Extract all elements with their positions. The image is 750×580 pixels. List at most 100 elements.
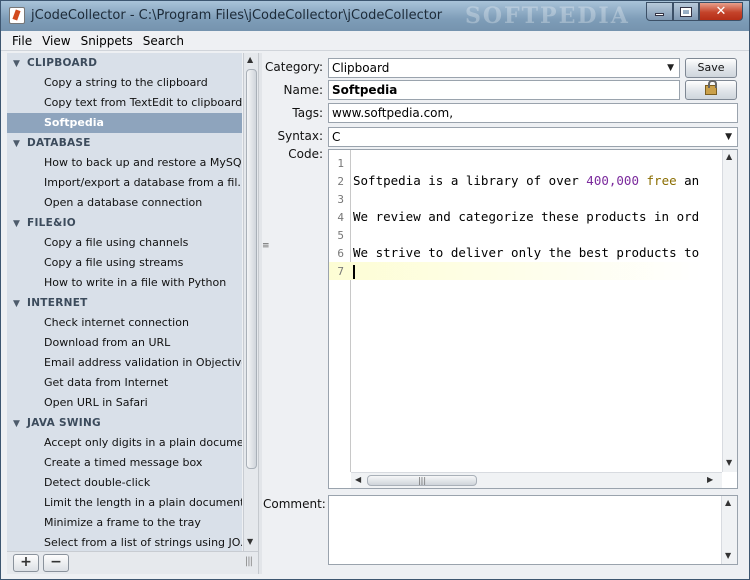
tree-category[interactable]: ▼ JAVA SWING [7, 413, 242, 433]
tree-category[interactable]: ▼ INTERNET [7, 293, 242, 313]
tags-field[interactable]: www.softpedia.com, [328, 103, 738, 123]
tree-category[interactable]: ▼ DATABASE [7, 133, 242, 153]
tree-item[interactable]: Copy text from TextEdit to clipboard [7, 93, 242, 113]
scroll-up-icon[interactable]: ▲ [247, 55, 253, 64]
code-text: We strive to deliver only the best produ… [353, 245, 700, 260]
tree-item[interactable]: How to write in a file with Python [7, 273, 242, 293]
tree-item[interactable]: Import/export a database from a fil... [7, 173, 242, 193]
code-line: 2 Softpedia is a library of over 400,000 … [329, 172, 722, 190]
code-editor[interactable]: 1 2 Softpedia is a library of over 400,000… [328, 149, 738, 489]
category-value: Clipboard [332, 61, 390, 75]
tree-item[interactable]: Minimize a frame to the tray [7, 513, 242, 533]
window-title: jCodeCollector - C:\Program Files\jCodeC… [31, 8, 443, 23]
code-number-token: 400,000 [586, 173, 639, 188]
expand-triangle-icon[interactable]: ▼ [13, 214, 27, 233]
name-field[interactable]: Softpedia [328, 80, 680, 100]
line-number: 3 [337, 193, 344, 206]
code-text: We review and categorize these products … [353, 209, 700, 224]
tree-category[interactable]: ▼ CLIPBOARD [7, 53, 242, 73]
category-combo[interactable]: Clipboard ▼ [328, 58, 680, 78]
lock-icon [705, 80, 717, 95]
tree-item[interactable]: Get data from Internet [7, 373, 242, 393]
code-line: 3 [329, 190, 722, 208]
tags-label: Tags: [292, 106, 323, 120]
line-number: 2 [337, 175, 344, 188]
app-window: jCodeCollector - C:\Program Files\jCodeC… [0, 0, 750, 580]
scroll-down-icon[interactable]: ▼ [725, 551, 731, 560]
tree-scrollbar[interactable]: ▲ ▼ [243, 53, 258, 551]
scroll-down-icon[interactable]: ▼ [726, 458, 732, 467]
tree-item[interactable]: Limit the length in a plain document [7, 493, 242, 513]
scroll-right-icon[interactable]: ▶ [707, 475, 713, 484]
minimize-icon [655, 13, 664, 16]
window-controls: ✕ [646, 2, 743, 22]
tree-item[interactable]: How to back up and restore a MySQ... [7, 153, 242, 173]
app-icon [9, 7, 25, 24]
close-icon: ✕ [715, 4, 727, 19]
save-button[interactable]: Save [685, 58, 737, 78]
expand-triangle-icon[interactable]: ▼ [13, 54, 27, 73]
category-label: Category: [265, 60, 323, 74]
menu-bar: File View Snippets Search [1, 31, 749, 51]
scroll-up-icon[interactable]: ▲ [725, 498, 731, 507]
line-number: 7 [337, 265, 344, 278]
tree-scrollbar-thumb[interactable] [246, 69, 257, 469]
editor-horizontal-scrollbar[interactable]: ◀ ||| ▶ [351, 472, 722, 488]
code-line: 5 [329, 226, 722, 244]
menu-search[interactable]: Search [138, 34, 189, 48]
resize-grip-icon[interactable]: ||| [245, 556, 253, 567]
tree-category-label: FILE&IO [27, 217, 77, 229]
line-number: 1 [337, 157, 344, 170]
tree-item[interactable]: Download from an URL [7, 333, 242, 353]
code-line: 6 We strive to deliver only the best prod… [329, 244, 722, 262]
tree-item[interactable]: Select from a list of strings using JO..… [7, 533, 242, 551]
close-button[interactable]: ✕ [699, 2, 743, 21]
title-bar[interactable]: jCodeCollector - C:\Program Files\jCodeC… [1, 1, 749, 31]
tree-item[interactable]: Softpedia [7, 113, 242, 133]
tree-item[interactable]: Detect double-click [7, 473, 242, 493]
tree-item[interactable]: Email address validation in Objective C [7, 353, 242, 373]
tree-category[interactable]: ▼ FILE&IO [7, 213, 242, 233]
code-line: 4 We review and categorize these products… [329, 208, 722, 226]
comment-scrollbar[interactable]: ▲ ▼ [721, 496, 737, 564]
add-snippet-button[interactable]: + [13, 554, 39, 572]
expand-triangle-icon[interactable]: ▼ [13, 134, 27, 153]
tree-item[interactable]: Copy a string to the clipboard [7, 73, 242, 93]
syntax-label: Syntax: [277, 129, 323, 143]
tree-category-label: CLIPBOARD [27, 57, 98, 69]
tree-item[interactable]: Open a database connection [7, 193, 242, 213]
menu-view[interactable]: View [37, 34, 75, 48]
tree-item[interactable]: Create a timed message box [7, 453, 242, 473]
line-number: 5 [337, 229, 344, 242]
code-text: Softpedia is a library of over [353, 173, 587, 188]
line-number: 4 [337, 211, 344, 224]
tree-item[interactable]: Check internet connection [7, 313, 242, 333]
menu-file[interactable]: File [1, 34, 37, 48]
lock-button[interactable] [685, 80, 737, 100]
comment-label: Comment: [263, 497, 326, 511]
name-label: Name: [283, 83, 323, 97]
menu-snippets[interactable]: Snippets [76, 34, 138, 48]
maximize-icon [681, 7, 691, 16]
expand-triangle-icon[interactable]: ▼ [13, 294, 27, 313]
syntax-combo[interactable]: C ▼ [328, 127, 738, 147]
scroll-up-icon[interactable]: ▲ [726, 152, 732, 161]
comment-textarea[interactable]: ▲ ▼ [328, 495, 738, 565]
scroll-left-icon[interactable]: ◀ [355, 475, 361, 484]
tree-item[interactable]: Copy a file using streams [7, 253, 242, 273]
scroll-down-icon[interactable]: ▼ [247, 537, 253, 546]
tree-item[interactable]: Copy a file using channels [7, 233, 242, 253]
maximize-button[interactable] [673, 2, 699, 21]
editor-vertical-scrollbar[interactable]: ▲ ▼ [722, 150, 737, 472]
tree-category-label: DATABASE [27, 137, 91, 149]
split-pane-divider[interactable]: ≡ [258, 53, 270, 574]
tree-item[interactable]: Open URL in Safari [7, 393, 242, 413]
remove-snippet-button[interactable]: − [43, 554, 69, 572]
chevron-down-icon: ▼ [725, 132, 732, 142]
tree-item[interactable]: Accept only digits in a plain document [7, 433, 242, 453]
minimize-button[interactable] [646, 2, 673, 21]
editor-horizontal-thumb[interactable]: ||| [367, 475, 477, 486]
syntax-value: C [332, 130, 341, 144]
line-number: 6 [337, 247, 344, 260]
expand-triangle-icon[interactable]: ▼ [13, 414, 27, 433]
